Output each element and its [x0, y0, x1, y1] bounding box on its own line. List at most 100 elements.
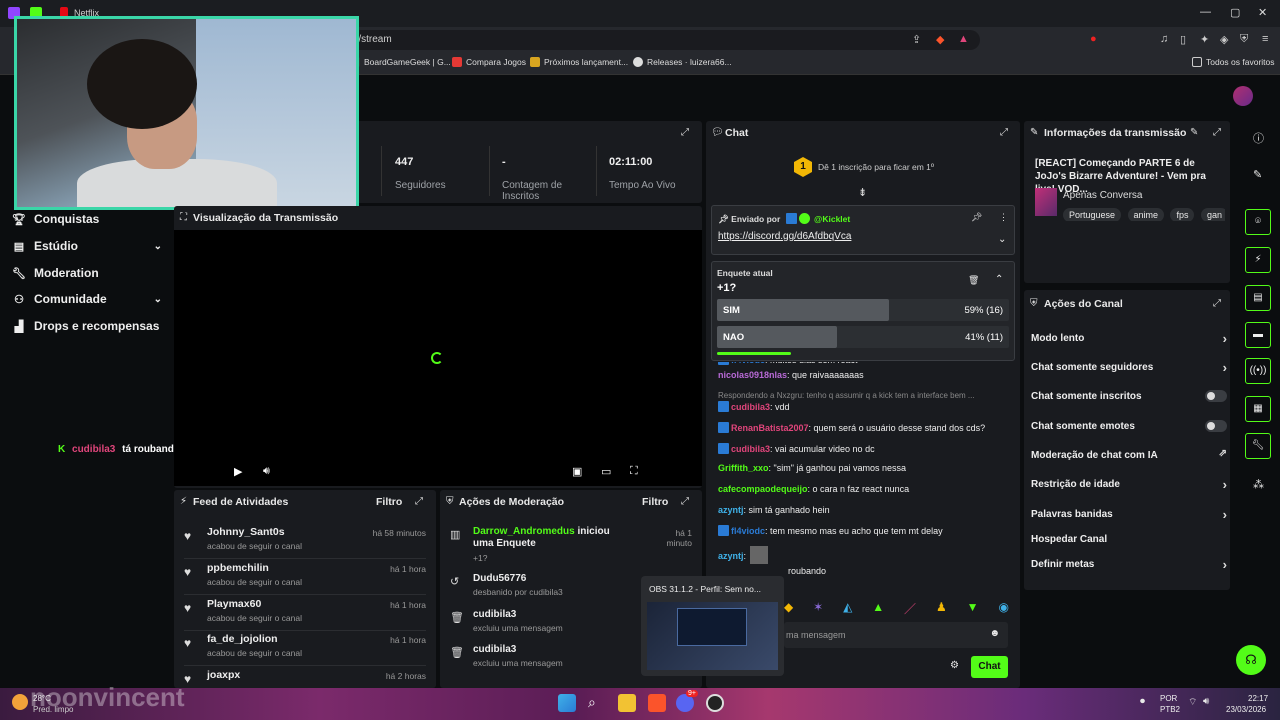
action-age-restriction[interactable]: Restrição de idade ›: [1031, 477, 1229, 492]
send-chat-button[interactable]: Chat: [971, 656, 1008, 678]
emote-icon[interactable]: ◭: [843, 600, 852, 616]
action-ai-moderation[interactable]: Moderação de chat com IA ⇗: [1031, 448, 1229, 461]
play-icon[interactable]: ▶: [234, 465, 242, 478]
chat-username[interactable]: Griffith_xxo: [718, 463, 769, 473]
search-icon[interactable]: ⌕: [588, 694, 596, 711]
action-emotes-only[interactable]: Chat somente emotes: [1031, 420, 1229, 432]
emote-icon[interactable]: ◆: [784, 600, 793, 616]
emotes-only-toggle[interactable]: [1205, 420, 1227, 432]
maximize-icon[interactable]: ▢: [1230, 6, 1240, 19]
rail-button-notes[interactable]: ▤: [1245, 285, 1271, 311]
avatar[interactable]: [1233, 86, 1253, 106]
close-icon[interactable]: ✕: [1258, 6, 1267, 19]
pinned-link[interactable]: https://discord.gg/d6AfdbqVca: [718, 231, 851, 242]
trash-icon[interactable]: 🗑︎: [968, 275, 979, 286]
fullscreen-icon[interactable]: ⛶: [630, 465, 638, 478]
emote-icon[interactable]: ✶: [813, 600, 823, 616]
apps-icon[interactable]: ⁂: [1253, 478, 1264, 491]
feed-filter-button[interactable]: Filtro: [376, 496, 402, 508]
mod-user[interactable]: Darrow_Andromedus: [473, 526, 575, 537]
expand-icon[interactable]: ⤢: [1213, 127, 1221, 138]
rail-button-broadcast[interactable]: ((•)): [1245, 358, 1271, 384]
emote-icon[interactable]: ▲: [872, 600, 884, 616]
rail-button-camera[interactable]: ⌾: [1245, 209, 1271, 235]
action-set-goals[interactable]: Definir metas ›: [1031, 557, 1229, 572]
feed-user[interactable]: ppbemchilin: [207, 562, 269, 574]
tag[interactable]: gan: [1200, 208, 1225, 221]
volume-icon[interactable]: 🔊︎: [1203, 696, 1209, 707]
sidebar-item-comunidade[interactable]: ⚇ Comunidade ⌄: [12, 292, 162, 306]
mod-user[interactable]: cudibila3: [473, 609, 516, 620]
action-followers-only[interactable]: Chat somente seguidores ›: [1031, 360, 1229, 375]
tag[interactable]: anime: [1127, 208, 1165, 221]
emote-icon[interactable]: ▼: [967, 600, 979, 616]
info-icon[interactable]: ⓘ: [1253, 130, 1264, 146]
youtube-ext-icon[interactable]: ●: [1090, 33, 1097, 45]
favorites-folder[interactable]: Todos os favoritos: [1192, 57, 1275, 67]
rail-button-tools[interactable]: 🔧︎: [1245, 433, 1271, 459]
expand-icon[interactable]: ⤢: [415, 496, 423, 507]
file-explorer-icon[interactable]: [618, 694, 636, 712]
obs-icon[interactable]: [706, 694, 724, 712]
music-icon[interactable]: ♫: [1160, 33, 1168, 45]
expand-icon[interactable]: ⤢: [681, 496, 689, 507]
action-slow-mode[interactable]: Modo lento ›: [1031, 331, 1229, 346]
feed-user[interactable]: Playmax60: [207, 598, 261, 610]
chevron-down-icon[interactable]: ⌄: [998, 234, 1006, 245]
mod-user[interactable]: Dudu56776: [473, 573, 526, 584]
bookmark-4[interactable]: Releases · luizera66...: [633, 57, 732, 67]
bookmark-2[interactable]: Compara Jogos: [452, 57, 526, 67]
language[interactable]: POR: [1160, 694, 1177, 703]
category-thumbnail[interactable]: [1035, 188, 1057, 216]
mod-filter-button[interactable]: Filtro: [642, 496, 668, 508]
vpn-icon[interactable]: ⛨: [1240, 33, 1248, 46]
pencil-icon[interactable]: ✎: [1253, 168, 1262, 181]
emote-icon[interactable]: ／: [904, 600, 916, 616]
start-icon[interactable]: [558, 694, 576, 712]
mic-icon[interactable]: ⏺: [1140, 696, 1145, 707]
chat-username[interactable]: RenanBatista2007: [731, 423, 809, 433]
brave-shield-icon[interactable]: ◆: [936, 33, 944, 46]
wallet-icon[interactable]: ◈: [1220, 33, 1228, 46]
category-name[interactable]: Apenas Conversa: [1063, 190, 1143, 201]
pin-icon[interactable]: 📌︎: [971, 212, 982, 223]
tag[interactable]: fps: [1170, 208, 1195, 221]
expand-icon[interactable]: ⤢: [1000, 127, 1008, 138]
chat-username[interactable]: fl4viodc: [731, 362, 765, 365]
chat-username[interactable]: fl4viodc: [731, 526, 765, 536]
bookmark-1[interactable]: BoardGameGeek | G...: [350, 57, 451, 67]
sidebar-item-drops[interactable]: ▟ Drops e recompensas: [12, 319, 162, 333]
chat-username[interactable]: cafecompaodequeijo: [718, 484, 808, 494]
expand-icon[interactable]: ⤢: [1213, 298, 1221, 309]
share-icon[interactable]: ⇪: [912, 33, 921, 46]
emote-icon[interactable]: ◉: [998, 600, 1008, 616]
poll-option-sim[interactable]: SIM 59% (16): [717, 299, 1009, 321]
sidebar-item-conquistas[interactable]: 🏆︎ Conquistas: [12, 212, 162, 226]
brave-rewards-icon[interactable]: ▲: [958, 33, 969, 45]
support-icon[interactable]: ☊: [1236, 645, 1266, 675]
feed-user[interactable]: joaxpx: [207, 669, 240, 681]
url-field[interactable]: m/stream: [300, 30, 980, 50]
emote-icon[interactable]: ♟: [936, 600, 947, 616]
feed-user[interactable]: Johnny_Sant0s: [207, 526, 285, 538]
chat-username[interactable]: cudibila3: [731, 402, 770, 412]
sub-prompt[interactable]: Dê 1 inscrição para ficar em 1º: [818, 162, 934, 172]
poll-option-nao[interactable]: NAO 41% (11): [717, 326, 1009, 348]
emoji-icon[interactable]: ☻: [989, 628, 1000, 639]
edit-icon[interactable]: ✎: [1190, 127, 1198, 138]
subs-only-toggle[interactable]: [1205, 390, 1227, 402]
feed-user[interactable]: fa_de_jojolion: [207, 633, 278, 645]
chat-username[interactable]: cudibila3: [731, 444, 770, 454]
sidebar-toggle-icon[interactable]: ▯: [1180, 33, 1186, 46]
menu-icon[interactable]: ≡: [1262, 33, 1268, 45]
pinned-user[interactable]: @Kicklet: [814, 214, 850, 224]
chat-username[interactable]: nicolas0918nlas: [718, 370, 787, 380]
wifi-icon[interactable]: ⌔: [1188, 696, 1197, 709]
chat-username[interactable]: azyntj: [718, 551, 744, 561]
minimize-icon[interactable]: —: [1200, 6, 1211, 18]
sidebar-item-estudio[interactable]: ▤ Estúdio ⌄: [12, 239, 162, 253]
action-host-channel[interactable]: Hospedar Canal: [1031, 534, 1229, 545]
chat-input[interactable]: ma mensagem ☻: [784, 622, 1008, 648]
rail-button-bolt[interactable]: ⚡︎: [1245, 247, 1271, 273]
pip-icon[interactable]: ▣: [572, 465, 582, 478]
